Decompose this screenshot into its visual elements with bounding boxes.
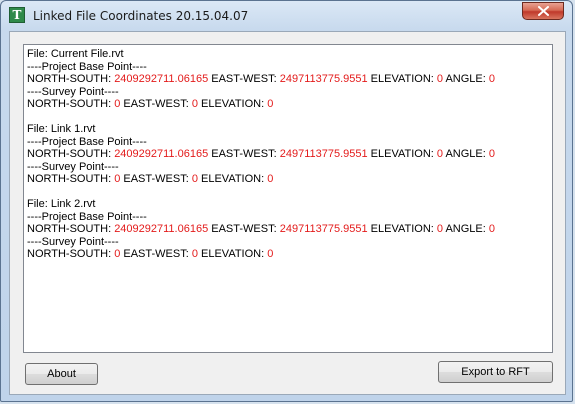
survey-point-header: ----Survey Point---- xyxy=(27,235,119,248)
window-title: Linked File Coordinates 20.15.04.07 xyxy=(33,9,249,23)
survey-point-values: NORTH-SOUTH: 0 EAST-WEST: 0 ELEVATION: 0 xyxy=(27,98,274,110)
app-icon: T xyxy=(9,7,25,23)
angle-value: 0 xyxy=(488,73,495,85)
export-to-rft-button[interactable]: Export to RFT xyxy=(438,361,553,383)
north-south-value: 2409292711.06165 xyxy=(114,223,209,235)
elevation-value: 0 xyxy=(267,173,274,185)
project-base-point-values: NORTH-SOUTH: 2409292711.06165 EAST-WEST:… xyxy=(27,148,495,160)
project-base-point-header: ----Project Base Point---- xyxy=(27,60,147,73)
survey-point-values: NORTH-SOUTH: 0 EAST-WEST: 0 ELEVATION: 0 xyxy=(27,173,274,185)
project-base-point-values: NORTH-SOUTH: 2409292711.06165 EAST-WEST:… xyxy=(27,73,495,85)
project-base-point-values: NORTH-SOUTH: 2409292711.06165 EAST-WEST:… xyxy=(27,223,495,235)
file-label: File: Link 1.rvt xyxy=(27,123,96,135)
angle-value: 0 xyxy=(488,148,495,160)
elevation-value: 0 xyxy=(267,98,274,110)
survey-point-header: ----Survey Point---- xyxy=(27,85,119,98)
close-icon xyxy=(538,6,549,16)
east-west-value: 2497113775.9551 xyxy=(279,73,368,85)
dialog-window: T Linked File Coordinates 20.15.04.07 Fi… xyxy=(0,0,573,402)
dialog-body: File: Current File.rvt ----Project Base … xyxy=(9,31,566,395)
east-west-value: 2497113775.9551 xyxy=(279,223,368,235)
project-base-point-header: ----Project Base Point---- xyxy=(27,135,147,148)
title-bar[interactable]: T Linked File Coordinates 20.15.04.07 xyxy=(1,1,572,31)
coordinates-output-textbox[interactable]: File: Current File.rvt ----Project Base … xyxy=(23,44,553,353)
project-base-point-header: ----Project Base Point---- xyxy=(27,210,147,223)
north-south-value: 2409292711.06165 xyxy=(114,73,209,85)
angle-value: 0 xyxy=(488,223,495,235)
survey-point-values: NORTH-SOUTH: 0 EAST-WEST: 0 ELEVATION: 0 xyxy=(27,248,274,260)
elevation-value: 0 xyxy=(267,248,274,260)
file-label: File: Link 2.rvt xyxy=(27,198,96,210)
about-button[interactable]: About xyxy=(25,363,98,385)
north-south-value: 2409292711.06165 xyxy=(114,148,209,160)
file-label: File: Current File.rvt xyxy=(27,48,124,60)
close-button[interactable] xyxy=(522,2,564,20)
east-west-value: 2497113775.9551 xyxy=(279,148,368,160)
survey-point-header: ----Survey Point---- xyxy=(27,160,119,173)
